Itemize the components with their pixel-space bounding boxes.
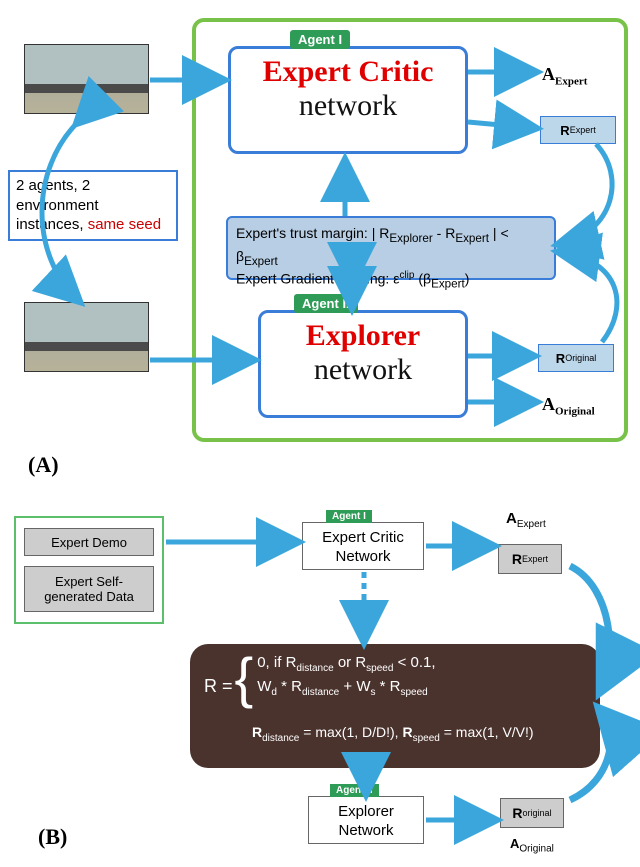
agent-2-tag: Agent II xyxy=(294,294,358,313)
env-caption-line1: 2 agents, 2 environment xyxy=(16,177,99,214)
r-expert-box: RExpert xyxy=(540,116,616,144)
b-agent-1-tag: Agent I xyxy=(326,510,372,523)
b-r-original-box: Roriginal xyxy=(500,798,564,828)
env-screenshot-top xyxy=(24,44,149,114)
r-original-box: ROriginal xyxy=(538,344,614,372)
net1-title: Expert Critic xyxy=(231,55,465,89)
explorer-network: Explorer network xyxy=(258,310,468,418)
b-agent-2-tag: Agent II xyxy=(330,784,379,797)
agent-1-tag: Agent I xyxy=(290,30,350,49)
b-expert-critic-network: Expert Critic Network xyxy=(302,522,424,570)
trust-margin-box: Expert's trust margin: | RExplorer - REx… xyxy=(226,216,556,280)
expert-self-gen-box: Expert Self-generated Data xyxy=(24,566,154,612)
env-caption-seed: same seed xyxy=(88,216,161,233)
b-a-original-label: AOriginal xyxy=(510,836,554,855)
panel-b-label: (B) xyxy=(38,824,67,850)
panel-a-label: (A) xyxy=(28,452,59,478)
net1-sub: network xyxy=(231,89,465,123)
reward-formula: R = { 0, if Rdistance or Rspeed < 0.1, W… xyxy=(190,644,600,768)
env-caption-line2a: instances, xyxy=(16,216,88,233)
env-caption: 2 agents, 2 environment instances, same … xyxy=(8,170,178,241)
net2-sub: network xyxy=(261,353,465,387)
b-r-expert-box: RExpert xyxy=(498,544,562,574)
net2-title: Explorer xyxy=(261,319,465,353)
a-expert-label: AExpert xyxy=(542,64,587,88)
expert-demo-box: Expert Demo xyxy=(24,528,154,556)
env-screenshot-bottom xyxy=(24,302,149,372)
expert-critic-network: Expert Critic network xyxy=(228,46,468,154)
b-explorer-network: Explorer Network xyxy=(308,796,424,844)
a-original-label: AOriginal xyxy=(542,394,595,418)
b-a-expert-label: AExpert xyxy=(506,510,546,530)
